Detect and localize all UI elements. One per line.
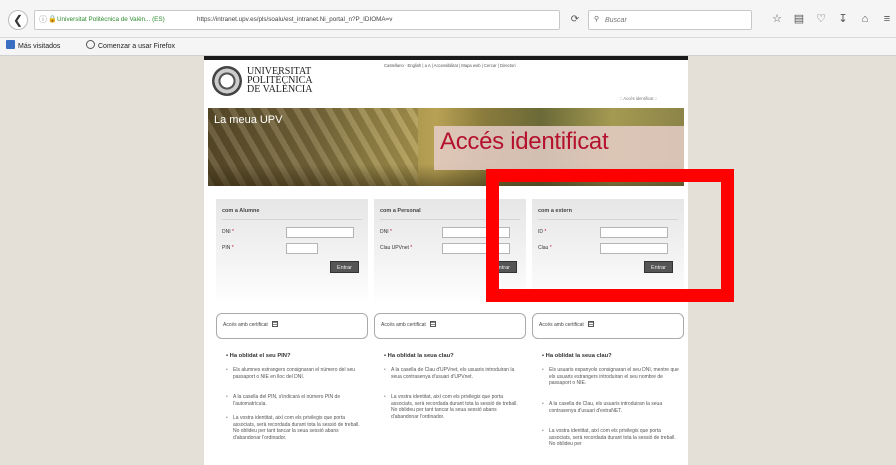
help-item: • La vostra identitat, així com els privi… — [542, 428, 676, 447]
personal-entrar-button[interactable]: Entrar — [488, 261, 517, 273]
extern-id-input[interactable] — [600, 227, 668, 238]
certificate-box-alumne[interactable]: Accés amb certificat — [216, 313, 368, 339]
search-box[interactable]: ⚲ — [588, 10, 752, 30]
star-icon[interactable]: ☆ — [770, 12, 784, 26]
back-button[interactable]: ❮ — [8, 10, 28, 30]
top-bar — [204, 56, 688, 60]
help-item: • A la casella de Clau, els usuaris intro… — [542, 401, 663, 414]
certificate-box-personal[interactable]: Accés amb certificat — [374, 313, 526, 339]
extern-clau-input[interactable] — [600, 243, 668, 254]
certificate-icon — [271, 321, 278, 327]
firefox-icon — [86, 40, 95, 49]
login-box-alumne: com a Alumne DNI * DNIPIN * Entrar — [216, 199, 368, 305]
pocket-icon[interactable]: ♡ — [814, 12, 828, 26]
help-item: • A la casella de Clau d'UPVnet, els usua… — [384, 367, 515, 380]
help-title[interactable]: • Ha oblidat la seua clau? — [542, 353, 612, 359]
download-icon[interactable]: ↧ — [836, 12, 850, 26]
reload-icon[interactable]: ⟳ — [566, 10, 584, 30]
alumne-pin-input[interactable] — [286, 243, 318, 254]
search-icon: ⚲ — [594, 16, 600, 23]
clau-upvnet-label: Clau UPVnet * — [380, 245, 413, 251]
login-box-title: com a extern — [538, 208, 572, 214]
site-identity[interactable]: Universitat Politècnica de Valèn... (ES) — [57, 11, 165, 29]
address-bar[interactable]: ⓘ 🔒 Universitat Politècnica de Valèn... … — [34, 10, 560, 30]
url-text[interactable]: https://intranet.upv.es/pls/soalu/est_in… — [197, 11, 392, 29]
acces-identificat-link[interactable]: :: Accés identificat :: — [620, 96, 657, 101]
extern-entrar-button[interactable]: Entrar — [644, 261, 673, 273]
info-icon[interactable]: ⓘ — [39, 11, 47, 29]
clau-label: Clau * — [538, 245, 552, 251]
help-item: • A la casella del PIN, s'indicarà el núm… — [226, 394, 341, 407]
certificate-box-extern[interactable]: Accés amb certificat — [532, 313, 684, 339]
language-bar[interactable]: Castellano · English | a A | Accessibili… — [384, 63, 516, 68]
university-name: UNIVERSITAT POLITÈCNICA DE VALÈNCIA — [247, 66, 313, 95]
alumne-dni-input[interactable] — [286, 227, 354, 238]
lock-icon[interactable]: 🔒 — [48, 11, 57, 29]
banner: La meua UPV Accés identificat — [208, 108, 684, 186]
banner-small-title: La meua UPV — [214, 114, 283, 126]
bookmark-getting-started[interactable]: Comenzar a usar Firefox — [86, 38, 175, 55]
page-content: UNIVERSITAT POLITÈCNICA DE VALÈNCIA Cast… — [204, 56, 688, 465]
alumne-entrar-button[interactable]: Entrar — [330, 261, 359, 273]
page-title: Accés identificat — [440, 128, 609, 155]
login-box-title: com a Personal — [380, 208, 421, 214]
login-box-extern: com a extern ID * Clau * Entrar — [532, 199, 684, 305]
pin-label: DNIPIN * — [222, 245, 234, 251]
search-input[interactable] — [605, 13, 745, 27]
help-item: • Els alumnes estrangers consignaran el n… — [226, 367, 356, 380]
browser-toolbar: ❮ ⓘ 🔒 Universitat Politècnica de Valèn..… — [0, 0, 896, 38]
personal-clau-input[interactable] — [442, 243, 510, 254]
login-box-personal: com a Personal DNI * Clau UPVnet * Entra… — [374, 199, 526, 305]
help-item: • La vostra identitat, així com els privi… — [384, 394, 518, 420]
id-label: ID * — [538, 229, 547, 235]
help-title[interactable]: • Ha oblidat la seua clau? — [384, 353, 454, 359]
login-box-title: com a Alumne — [222, 208, 260, 214]
dni-label: DNI * — [380, 229, 392, 235]
reading-list-icon[interactable]: ▤ — [792, 12, 806, 26]
personal-dni-input[interactable] — [442, 227, 510, 238]
help-item: • Els usuaris espanyols consignaran el se… — [542, 367, 679, 386]
upv-seal-icon — [212, 66, 242, 96]
bookmark-folder-icon — [6, 40, 15, 49]
home-icon[interactable]: ⌂ — [858, 12, 872, 26]
dni-label: DNI * — [222, 229, 234, 235]
bookmark-most-visited[interactable]: Más visitados — [6, 38, 60, 55]
help-title[interactable]: • Ha oblidat el seu PIN? — [226, 353, 291, 359]
certificate-icon — [429, 321, 436, 327]
help-item: • La vostra identitat, així com els privi… — [226, 415, 360, 441]
menu-icon[interactable]: ≡ — [880, 12, 894, 26]
bookmarks-bar: Más visitados Comenzar a usar Firefox — [0, 38, 896, 56]
back-arrow-icon: ❮ — [12, 13, 24, 27]
certificate-icon — [587, 321, 594, 327]
